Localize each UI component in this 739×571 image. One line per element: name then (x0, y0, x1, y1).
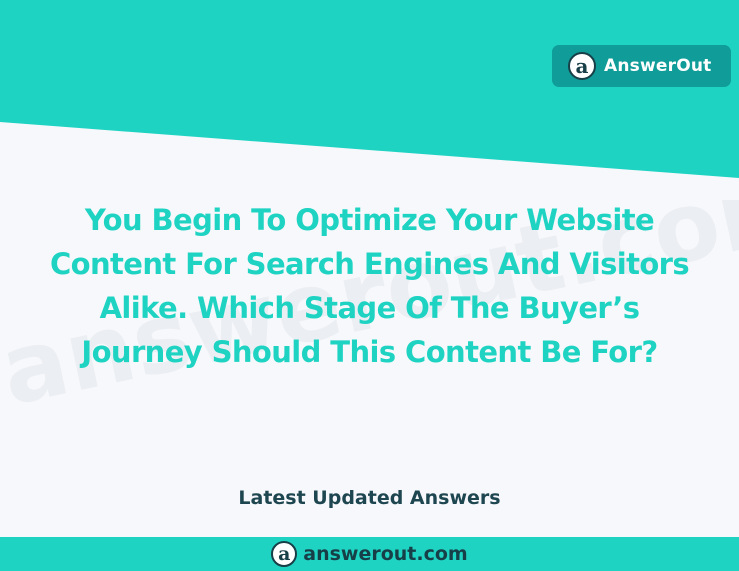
brand-badge[interactable]: a AnswerOut (552, 45, 731, 87)
brand-name: AnswerOut (604, 56, 712, 76)
answerout-logo-icon: a (271, 541, 298, 567)
footer-url-link[interactable]: answerout.com (303, 543, 467, 565)
question-line: Journey Should This Content Be For? (81, 335, 658, 369)
question-line: Content For Search Engines And Visitors (49, 247, 690, 281)
question-line: Alike. Which Stage Of The Buyer’s (99, 291, 640, 325)
question-line: You Begin To Optimize Your Website (84, 203, 655, 237)
footer-bar: a answerout.com (0, 537, 739, 571)
latest-answers-label: Latest Updated Answers (238, 487, 501, 509)
question-headline: You Begin To Optimize Your Website Conte… (20, 198, 719, 374)
answerout-logo-icon: a (568, 52, 596, 80)
